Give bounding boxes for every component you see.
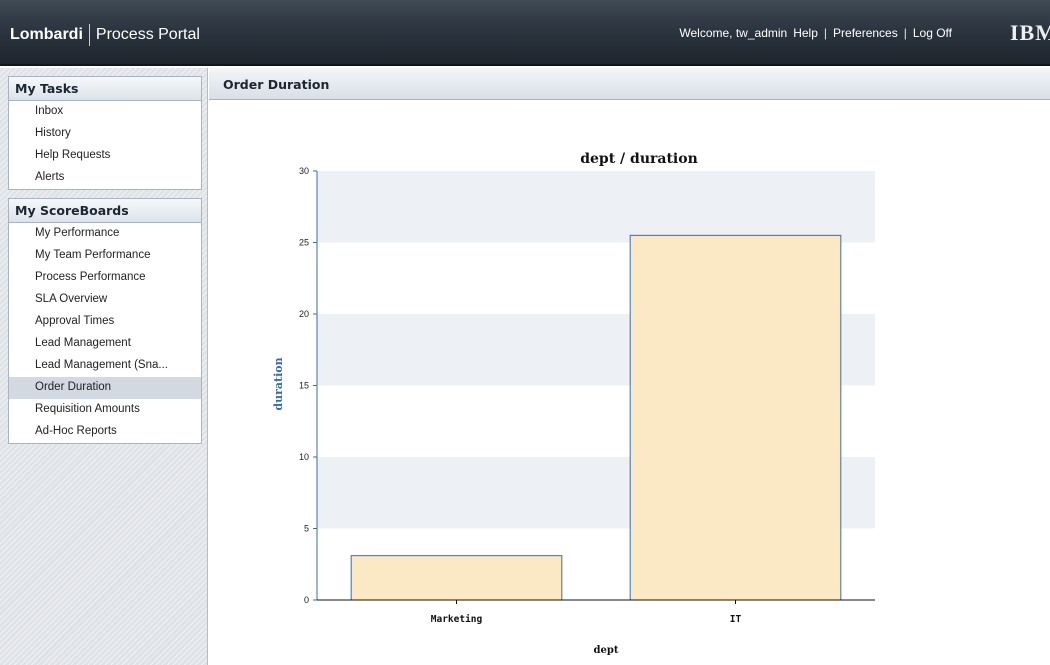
y-axis-label: duration: [272, 357, 285, 410]
my-tasks-panel: My Tasks Inbox History Help Requests Ale…: [8, 76, 202, 190]
sidebar-item-help-requests[interactable]: Help Requests: [9, 145, 201, 167]
link-separator: |: [903, 26, 907, 40]
y-tick-label: 10: [299, 452, 309, 462]
brand-divider: [88, 24, 90, 46]
y-axis-ticks: 0 5 10 15 20 25 30: [299, 166, 317, 605]
y-tick-label: 20: [299, 309, 309, 319]
brand-name: Lombardi: [10, 26, 83, 43]
sidebar-item-lead-management[interactable]: Lead Management: [9, 333, 201, 355]
grid-band: [317, 171, 875, 243]
my-tasks-heading[interactable]: My Tasks: [9, 77, 201, 101]
chart-bars: [350, 234, 842, 601]
sidebar: My Tasks Inbox History Help Requests Ale…: [0, 68, 208, 665]
sidebar-item-ad-hoc-reports[interactable]: Ad-Hoc Reports: [9, 421, 201, 443]
my-scoreboards-heading[interactable]: My ScoreBoards: [9, 199, 201, 223]
sidebar-item-my-performance[interactable]: My Performance: [9, 223, 201, 245]
y-tick-label: 0: [304, 595, 309, 605]
preferences-link[interactable]: Preferences: [833, 26, 898, 40]
bar-chart: dept / duration duration dept 0 5 10 15 20 25…: [272, 151, 875, 656]
x-axis-label: dept: [594, 645, 619, 656]
y-tick-label: 15: [299, 381, 309, 391]
welcome-text: Welcome, tw_admin: [679, 26, 788, 40]
my-scoreboards-panel: My ScoreBoards My Performance My Team Pe…: [8, 198, 202, 444]
y-tick-label: 30: [299, 166, 309, 176]
user-links: Welcome, tw_admin Help | Preferences | L…: [679, 26, 952, 40]
sidebar-item-process-performance[interactable]: Process Performance: [9, 267, 201, 289]
sidebar-item-order-duration[interactable]: Order Duration: [9, 377, 201, 399]
y-tick-label: 25: [299, 238, 309, 248]
x-axis-ticks: Marketing IT: [431, 600, 742, 625]
x-tick-label: IT: [730, 614, 742, 625]
sidebar-item-requisition-amounts[interactable]: Requisition Amounts: [9, 399, 201, 421]
y-tick-label: 5: [304, 524, 309, 534]
main-content: Order Duration dept / duration duration …: [209, 68, 1050, 665]
ibm-logo: IBM: [1010, 20, 1050, 46]
log-off-link[interactable]: Log Off: [913, 26, 952, 40]
product-name: Process Portal: [95, 26, 200, 43]
x-tick-label: Marketing: [431, 614, 483, 625]
sidebar-item-my-team-performance[interactable]: My Team Performance: [9, 245, 201, 267]
bar: [629, 234, 842, 601]
bar: [350, 555, 563, 601]
link-separator: |: [823, 26, 828, 40]
sidebar-item-sla-overview[interactable]: SLA Overview: [9, 289, 201, 311]
sidebar-item-lead-management-snapshot[interactable]: Lead Management (Sna...: [9, 355, 201, 377]
sidebar-item-inbox[interactable]: Inbox: [9, 101, 201, 123]
chart-title: dept / duration: [580, 151, 698, 167]
sidebar-item-approval-times[interactable]: Approval Times: [9, 311, 201, 333]
brand-logo[interactable]: Lombardi Process Portal: [10, 24, 200, 46]
sidebar-item-history[interactable]: History: [9, 123, 201, 145]
top-header: Lombardi Process Portal Welcome, tw_admi…: [0, 0, 1050, 66]
sidebar-item-alerts[interactable]: Alerts: [9, 167, 201, 189]
help-link[interactable]: Help: [793, 26, 818, 40]
